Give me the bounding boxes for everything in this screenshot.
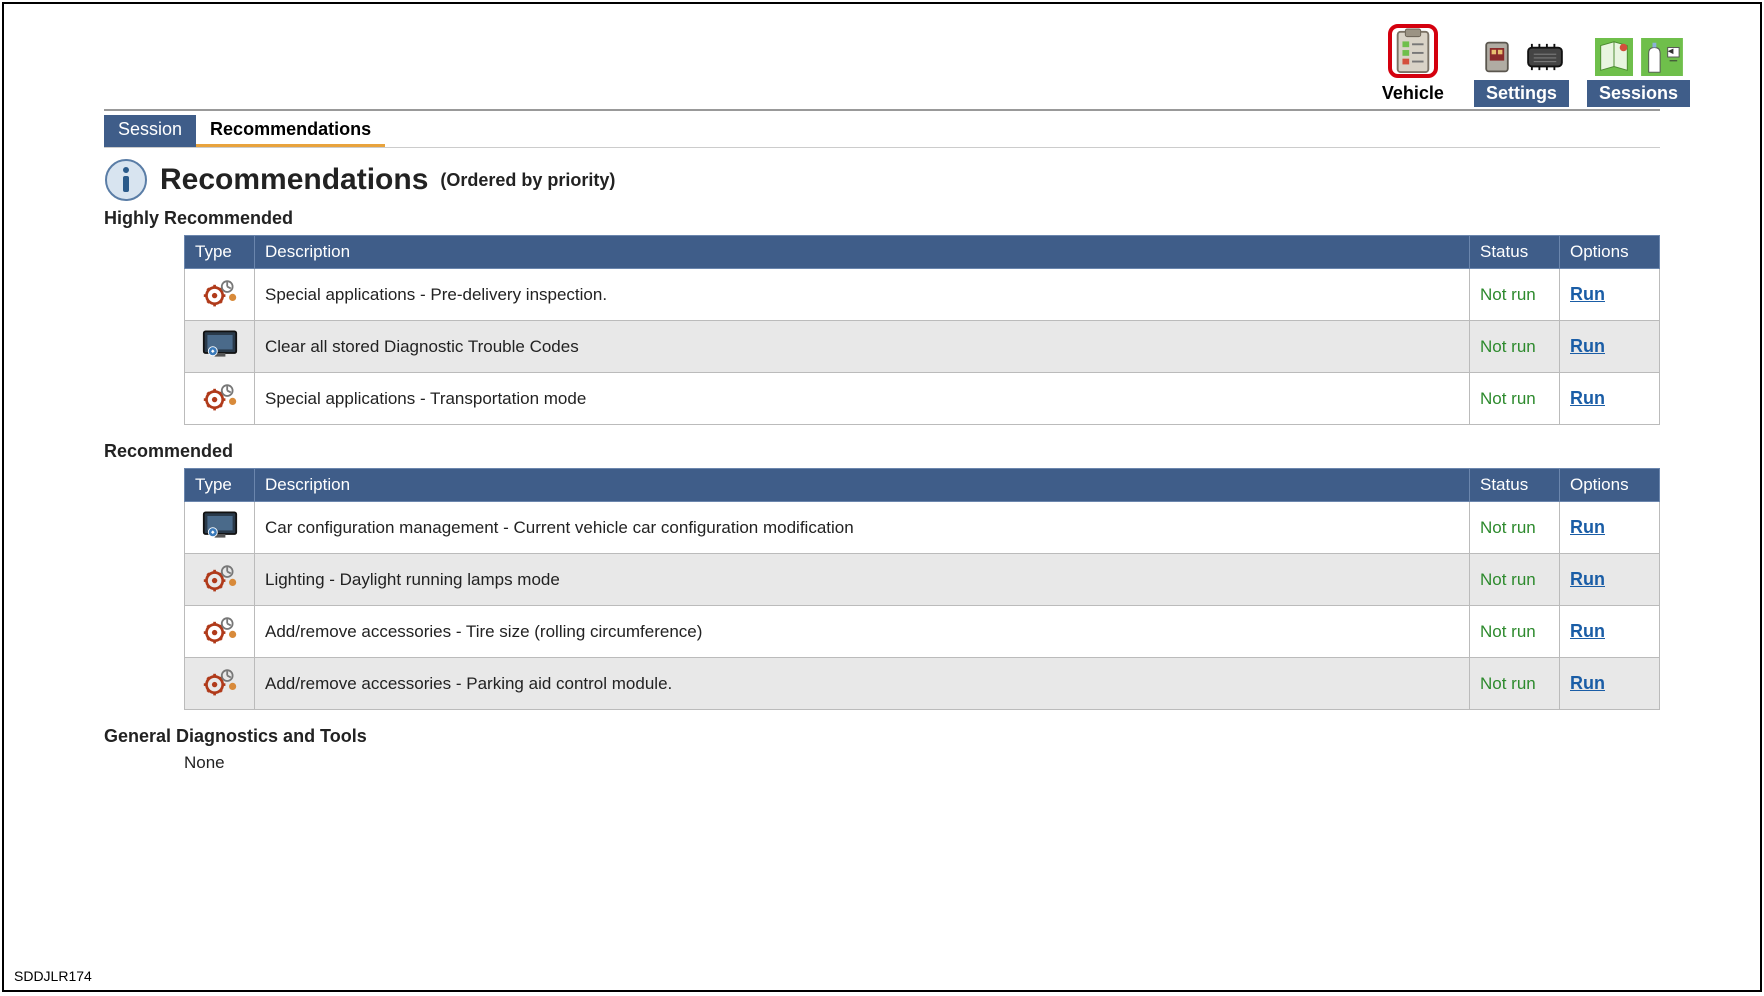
footer-code: SDDJLR174: [14, 968, 92, 984]
run-link[interactable]: Run: [1570, 517, 1605, 537]
cell-description: Special applications - Pre-delivery insp…: [255, 269, 1470, 321]
table-row: Special applications - Pre-delivery insp…: [185, 269, 1660, 321]
section-heading-general: General Diagnostics and Tools: [104, 726, 1660, 747]
col-header-description: Description: [255, 469, 1470, 502]
run-link[interactable]: Run: [1570, 388, 1605, 408]
col-header-type: Type: [185, 469, 255, 502]
cell-status: Not run: [1470, 373, 1560, 425]
cell-options: Run: [1560, 373, 1660, 425]
table-row: Car configuration management - Current v…: [185, 502, 1660, 554]
cell-options: Run: [1560, 502, 1660, 554]
tab-settings[interactable]: Settings: [1474, 80, 1569, 107]
col-header-options: Options: [1560, 236, 1660, 269]
cell-description: Add/remove accessories - Parking aid con…: [255, 658, 1470, 710]
cell-type: [185, 321, 255, 373]
run-link[interactable]: Run: [1570, 673, 1605, 693]
cell-description: Clear all stored Diagnostic Trouble Code…: [255, 321, 1470, 373]
monitor-icon: [202, 510, 238, 540]
cell-status: Not run: [1470, 269, 1560, 321]
run-link[interactable]: Run: [1570, 569, 1605, 589]
cell-status: Not run: [1470, 554, 1560, 606]
cell-description: Special applications - Transportation mo…: [255, 373, 1470, 425]
table-row: Add/remove accessories - Tire size (roll…: [185, 606, 1660, 658]
settings-ecu-icon[interactable]: [1524, 36, 1566, 78]
table-highly-recommended: Type Description Status Options Special …: [184, 235, 1660, 425]
run-link[interactable]: Run: [1570, 621, 1605, 641]
subtab-session[interactable]: Session: [104, 115, 196, 147]
monitor-icon: [202, 329, 238, 359]
gears-icon: [202, 562, 238, 592]
gears-icon: [202, 277, 238, 307]
tab-sessions[interactable]: Sessions: [1587, 80, 1690, 107]
top-toolbar: Vehicle Settings Sessions: [44, 24, 1720, 107]
gears-icon: [202, 614, 238, 644]
sessions-book-icon[interactable]: [1593, 36, 1635, 78]
page-subtitle: (Ordered by priority): [440, 170, 615, 191]
settings-watch-icon[interactable]: [1476, 36, 1518, 78]
page-title: Recommendations: [160, 163, 428, 197]
cell-description: Add/remove accessories - Tire size (roll…: [255, 606, 1470, 658]
cell-status: Not run: [1470, 606, 1560, 658]
vehicle-clipboard-icon[interactable]: [1388, 24, 1438, 78]
cell-type: [185, 269, 255, 321]
cell-status: Not run: [1470, 502, 1560, 554]
cell-type: [185, 373, 255, 425]
cell-options: Run: [1560, 321, 1660, 373]
table-recommended: Type Description Status Options Car conf…: [184, 468, 1660, 710]
toolbar-divider: [104, 109, 1660, 111]
cell-status: Not run: [1470, 658, 1560, 710]
subtab-recommendations[interactable]: Recommendations: [196, 115, 385, 147]
run-link[interactable]: Run: [1570, 336, 1605, 356]
cell-type: [185, 502, 255, 554]
section-heading-highly: Highly Recommended: [104, 208, 1660, 229]
general-none-text: None: [184, 753, 1660, 773]
cell-type: [185, 658, 255, 710]
cell-options: Run: [1560, 269, 1660, 321]
section-heading-recommended: Recommended: [104, 441, 1660, 462]
cell-options: Run: [1560, 554, 1660, 606]
page-heading: Recommendations (Ordered by priority): [104, 158, 1660, 202]
col-header-type: Type: [185, 236, 255, 269]
cell-options: Run: [1560, 606, 1660, 658]
cell-status: Not run: [1470, 321, 1560, 373]
run-link[interactable]: Run: [1570, 284, 1605, 304]
gears-icon: [202, 666, 238, 696]
cell-type: [185, 606, 255, 658]
cell-options: Run: [1560, 658, 1660, 710]
tab-vehicle[interactable]: Vehicle: [1370, 80, 1456, 107]
col-header-status: Status: [1470, 469, 1560, 502]
sub-tab-bar: Session Recommendations: [104, 115, 1660, 148]
cell-description: Lighting - Daylight running lamps mode: [255, 554, 1470, 606]
col-header-status: Status: [1470, 236, 1560, 269]
table-row: Clear all stored Diagnostic Trouble Code…: [185, 321, 1660, 373]
table-row: Lighting - Daylight running lamps modeNo…: [185, 554, 1660, 606]
cell-type: [185, 554, 255, 606]
sessions-spray-icon[interactable]: [1641, 36, 1683, 78]
info-icon: [104, 158, 148, 202]
gears-icon: [202, 381, 238, 411]
col-header-description: Description: [255, 236, 1470, 269]
table-row: Add/remove accessories - Parking aid con…: [185, 658, 1660, 710]
table-row: Special applications - Transportation mo…: [185, 373, 1660, 425]
cell-description: Car configuration management - Current v…: [255, 502, 1470, 554]
col-header-options: Options: [1560, 469, 1660, 502]
